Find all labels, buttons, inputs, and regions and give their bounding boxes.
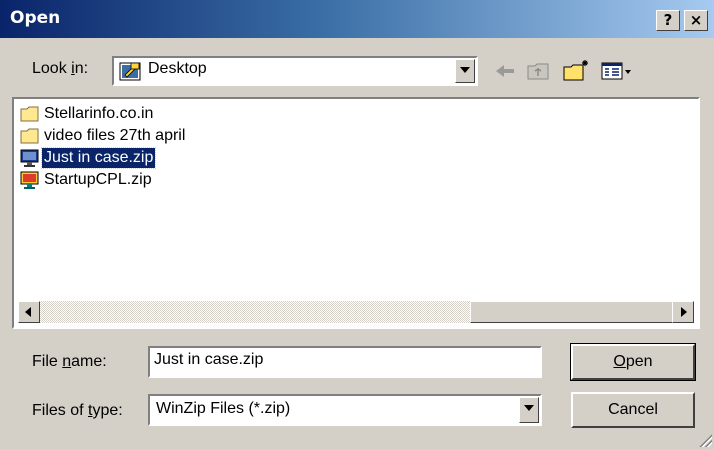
lookin-label: Look in: [32, 60, 89, 77]
list-item[interactable]: Just in case.zip [20, 147, 157, 169]
list-item[interactable]: StartupCPL.zip [20, 169, 154, 191]
view-menu-icon[interactable] [600, 58, 634, 86]
scroll-left-button[interactable] [18, 301, 40, 323]
open-button[interactable]: Open [570, 343, 696, 381]
folder-icon [20, 127, 40, 145]
winzip-icon [20, 149, 40, 167]
file-list[interactable]: Stellarinfo.co.in video files 27th april… [12, 97, 700, 329]
chevron-down-icon[interactable] [455, 59, 475, 83]
filetype-label: Files of type: [32, 402, 123, 419]
horizontal-scrollbar[interactable] [18, 301, 694, 323]
lookin-dropdown[interactable]: Desktop [112, 56, 478, 86]
resize-grip[interactable] [698, 433, 712, 447]
list-item[interactable]: video files 27th april [20, 125, 187, 147]
up-folder-icon[interactable] [526, 58, 552, 86]
cancel-button[interactable]: Cancel [571, 392, 695, 428]
close-icon: × [689, 11, 703, 29]
scroll-right-button[interactable] [672, 301, 694, 323]
desktop-icon [119, 60, 141, 86]
new-folder-icon[interactable] [562, 58, 592, 86]
back-arrow-icon[interactable] [494, 58, 518, 86]
list-item[interactable]: Stellarinfo.co.in [20, 103, 155, 125]
lookin-value: Desktop [148, 60, 207, 77]
filetype-dropdown[interactable]: WinZip Files (*.zip) [148, 394, 542, 426]
title-bar[interactable]: Open ? × [0, 0, 714, 38]
arrow-left-icon [25, 307, 31, 317]
help-icon: ? [663, 11, 673, 29]
close-button[interactable]: × [684, 10, 708, 31]
filetype-value: WinZip Files (*.zip) [156, 400, 291, 417]
open-dialog: Open ? × Look in: Desktop Stellarinfo.co… [0, 0, 714, 449]
folder-icon [20, 105, 40, 123]
filename-label: File name: [32, 353, 107, 370]
winzip-icon [20, 171, 40, 189]
filename-input[interactable]: Just in case.zip [148, 346, 542, 378]
arrow-right-icon [681, 307, 687, 317]
dialog-title: Open [10, 8, 61, 28]
scrollbar-thumb[interactable] [470, 301, 676, 323]
filename-value: Just in case.zip [154, 351, 264, 368]
chevron-down-icon[interactable] [519, 397, 539, 423]
help-button[interactable]: ? [656, 10, 680, 31]
